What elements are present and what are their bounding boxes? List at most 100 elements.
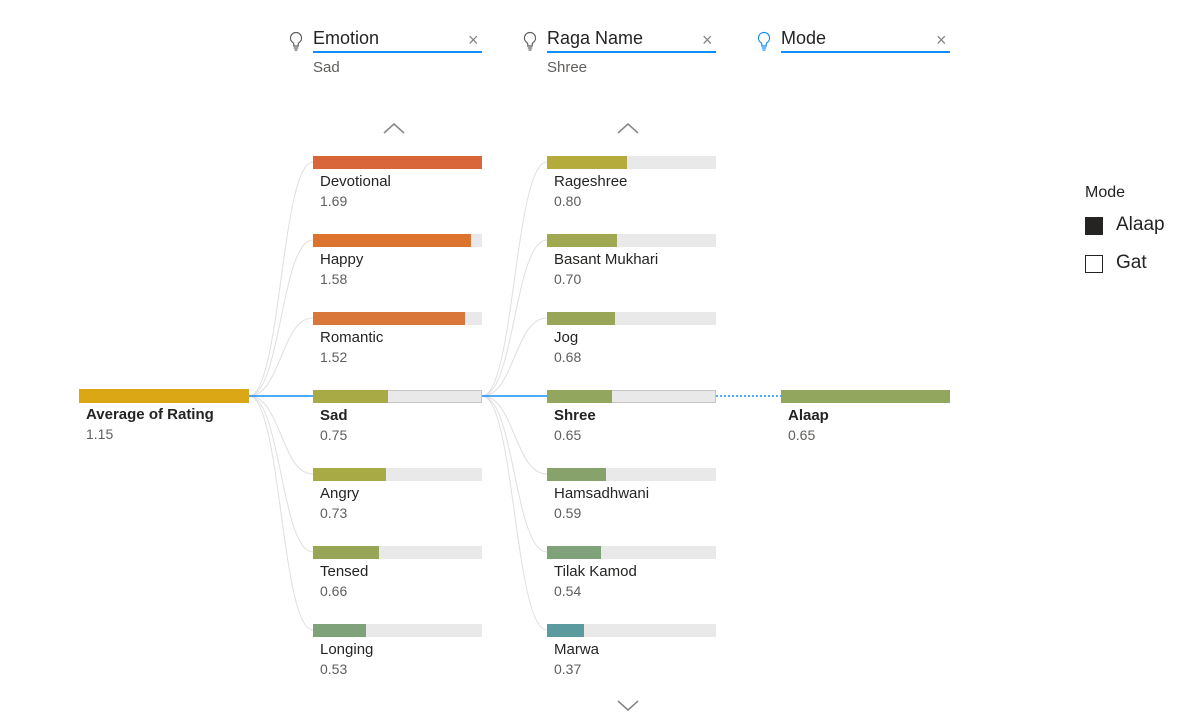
close-icon[interactable]: × <box>702 31 713 49</box>
node-label: Romantic <box>320 329 384 346</box>
connector-line <box>481 317 548 397</box>
legend-label: Alaap <box>1116 214 1165 235</box>
node-value: 0.65 <box>788 427 816 443</box>
bar-fill <box>313 546 379 559</box>
root-value: 1.15 <box>86 426 114 442</box>
bar-track <box>547 234 716 247</box>
node-longing[interactable]: Longing 0.53 <box>313 624 482 680</box>
node-devotional[interactable]: Devotional 1.69 <box>313 156 482 212</box>
mode-header: Mode × <box>756 28 950 58</box>
bar-track <box>313 234 482 247</box>
node-value: 0.37 <box>554 661 582 677</box>
node-value: 0.73 <box>320 505 348 521</box>
legend: Mode Alaap Gat <box>1085 182 1190 282</box>
bar-track <box>547 468 716 481</box>
connector-line <box>248 395 314 631</box>
node-value: 0.59 <box>554 505 582 521</box>
bar-fill <box>547 546 601 559</box>
legend-swatch-filled <box>1085 217 1103 235</box>
header-underline <box>781 51 950 53</box>
connector-line <box>248 395 314 475</box>
lightbulb-icon[interactable] <box>756 31 772 51</box>
bar-fill <box>547 234 617 247</box>
connector-line <box>481 395 548 475</box>
node-label: Happy <box>320 251 364 268</box>
legend-title: Mode <box>1085 184 1126 201</box>
legend-item-alaap[interactable]: Alaap <box>1085 214 1185 238</box>
bar-fill <box>313 234 471 247</box>
node-tensed[interactable]: Tensed 0.66 <box>313 546 482 602</box>
node-value: 1.69 <box>320 193 348 209</box>
node-label: Tensed <box>320 563 369 580</box>
node-sad[interactable]: Sad 0.75 <box>313 390 482 446</box>
node-value: 0.65 <box>554 427 582 443</box>
connector-line <box>248 239 314 397</box>
bar-track <box>313 624 482 637</box>
node-tilak-kamod[interactable]: Tilak Kamod 0.54 <box>547 546 716 602</box>
node-hamsadhwani[interactable]: Hamsadhwani 0.59 <box>547 468 716 524</box>
chevron-up-icon[interactable] <box>615 120 641 136</box>
chevron-down-icon[interactable] <box>615 698 641 714</box>
node-label: Devotional <box>320 173 391 190</box>
root-label: Average of Rating <box>86 406 214 423</box>
node-label: Rageshree <box>554 173 628 190</box>
node-value: 0.53 <box>320 661 348 677</box>
legend-item-gat[interactable]: Gat <box>1085 252 1185 276</box>
root-node[interactable]: Average of Rating 1.15 <box>79 389 249 445</box>
node-basant-mukhari[interactable]: Basant Mukhari 0.70 <box>547 234 716 290</box>
bar-track <box>313 312 482 325</box>
bar-fill <box>313 468 386 481</box>
bar-fill <box>313 312 465 325</box>
lightbulb-icon[interactable] <box>522 31 538 51</box>
node-value: 0.80 <box>554 193 582 209</box>
node-label: Longing <box>320 641 374 658</box>
close-icon[interactable]: × <box>936 31 947 49</box>
bar-track <box>547 624 716 637</box>
node-value: 0.75 <box>320 427 348 443</box>
node-label: Angry <box>320 485 360 502</box>
bar-track <box>547 546 716 559</box>
node-value: 1.52 <box>320 349 348 365</box>
bar-track <box>313 468 482 481</box>
mode-header-title: Mode <box>781 28 827 48</box>
node-label: Shree <box>554 407 596 424</box>
bar-track <box>313 390 482 403</box>
header-underline <box>313 51 482 53</box>
bar-fill <box>547 156 627 169</box>
node-label: Tilak Kamod <box>554 563 637 580</box>
legend-label: Gat <box>1116 252 1147 273</box>
header-underline <box>547 51 716 53</box>
node-romantic[interactable]: Romantic 1.52 <box>313 312 482 368</box>
close-icon[interactable]: × <box>468 31 479 49</box>
node-value: 0.66 <box>320 583 348 599</box>
bar-track <box>781 390 950 403</box>
raga-header-selected: Shree <box>547 59 588 76</box>
bar-track <box>313 156 482 169</box>
node-marwa[interactable]: Marwa 0.37 <box>547 624 716 680</box>
bar-fill <box>547 312 615 325</box>
bar-fill <box>547 624 584 637</box>
connector-line <box>248 395 314 553</box>
node-value: 0.68 <box>554 349 582 365</box>
connector-line <box>481 239 548 397</box>
node-shree[interactable]: Shree 0.65 <box>547 390 716 446</box>
chevron-up-icon[interactable] <box>381 120 407 136</box>
connector-line <box>481 161 548 397</box>
node-label: Sad <box>320 407 348 424</box>
bar-fill <box>313 390 388 403</box>
bar-track <box>547 390 716 403</box>
node-label: Alaap <box>788 407 829 424</box>
node-angry[interactable]: Angry 0.73 <box>313 468 482 524</box>
node-alaap[interactable]: Alaap 0.65 <box>781 390 950 446</box>
node-rageshree[interactable]: Rageshree 0.80 <box>547 156 716 212</box>
raga-header-title: Raga Name <box>547 28 644 48</box>
connector-line <box>248 161 314 397</box>
bar-fill <box>547 468 606 481</box>
lightbulb-icon[interactable] <box>288 31 304 51</box>
emotion-header: Emotion × Sad <box>288 28 482 78</box>
node-jog[interactable]: Jog 0.68 <box>547 312 716 368</box>
node-happy[interactable]: Happy 1.58 <box>313 234 482 290</box>
raga-header: Raga Name × Shree <box>522 28 716 78</box>
node-value: 0.54 <box>554 583 582 599</box>
connector-line <box>248 317 314 397</box>
